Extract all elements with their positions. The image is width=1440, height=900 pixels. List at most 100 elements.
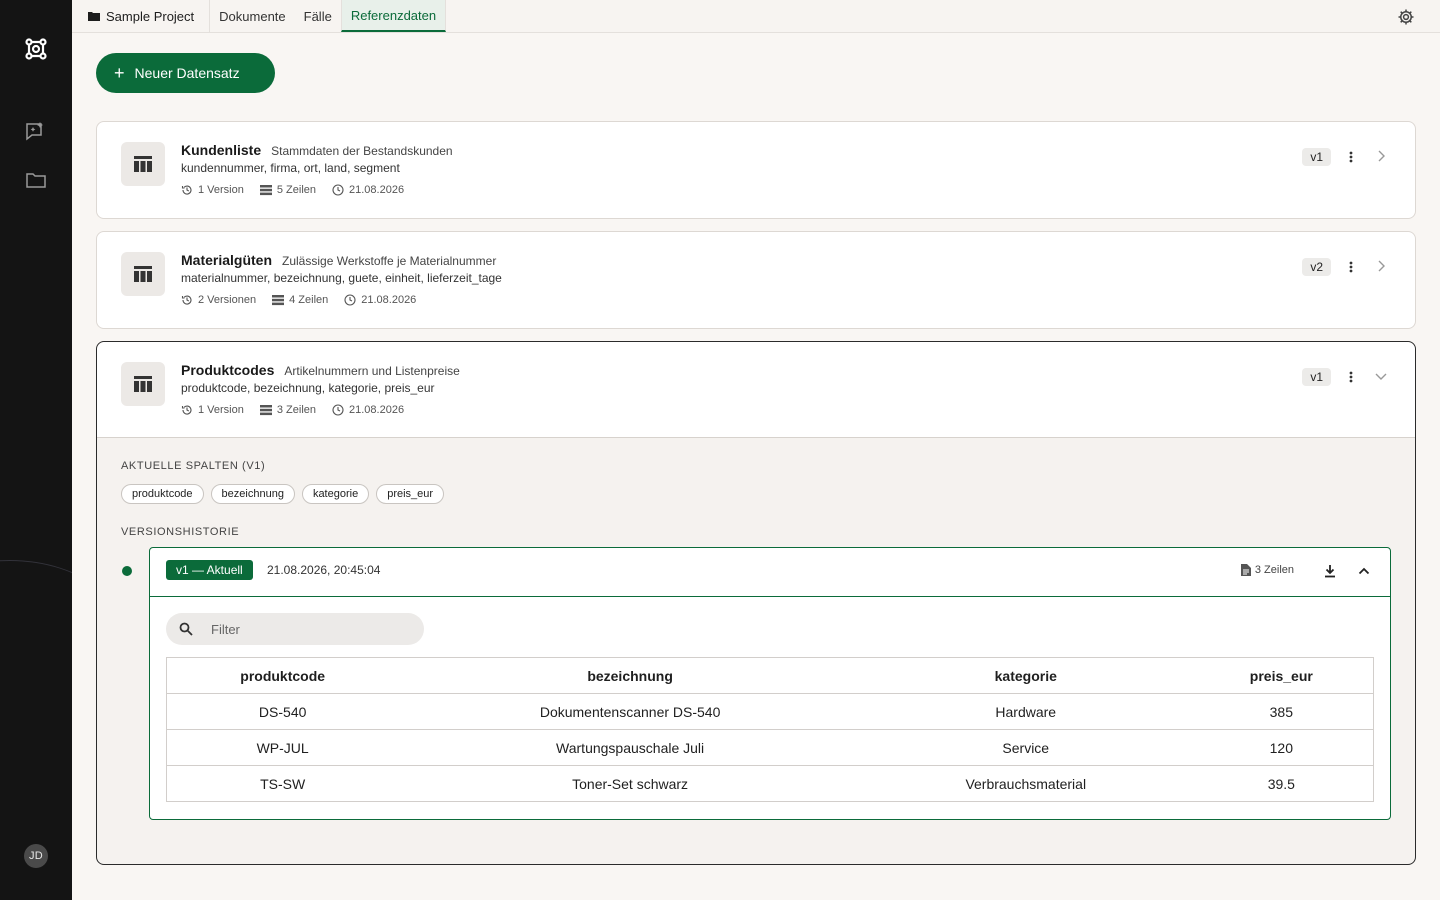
table-row: TS-SW Toner-Set schwarz Verbrauchsmateri… bbox=[166, 765, 1374, 802]
dataset-card-expanded: Produktcodes Artikelnummern und Listenpr… bbox=[96, 341, 1416, 865]
table-header-row: produktcode bezeichnung kategorie preis_… bbox=[167, 658, 1374, 694]
clock-icon bbox=[332, 184, 344, 196]
version-count: 1 Version bbox=[198, 404, 244, 416]
dataset-title: Materialgüten bbox=[181, 252, 273, 268]
version-badge: v2 bbox=[1302, 258, 1331, 276]
chat-sparkle-icon[interactable] bbox=[20, 116, 52, 148]
top-bar: Sample Project Dokumente Fälle Referenzd… bbox=[72, 0, 1440, 33]
dataset-description: Artikelnummern und Listenpreise bbox=[284, 364, 460, 378]
document-icon bbox=[1240, 564, 1251, 576]
history-icon bbox=[181, 295, 192, 305]
dataset-description: Zulässige Werkstoffe je Materialnummer bbox=[282, 254, 497, 268]
column-header[interactable]: kategorie bbox=[862, 658, 1190, 694]
column-chip: bezeichnung bbox=[210, 484, 295, 504]
more-vertical-icon[interactable] bbox=[1343, 369, 1359, 385]
avatar[interactable]: JD bbox=[24, 844, 48, 868]
new-dataset-label: Neuer Datensatz bbox=[134, 65, 240, 81]
download-icon[interactable] bbox=[1322, 563, 1338, 579]
chevron-right-icon[interactable] bbox=[1373, 258, 1389, 274]
table-cell: 120 bbox=[1189, 729, 1374, 766]
column-header[interactable]: preis_eur bbox=[1190, 658, 1374, 694]
dataset-date: 21.08.2026 bbox=[361, 294, 417, 306]
dataset-columns: materialnummer, bezeichnung, guete, einh… bbox=[181, 271, 502, 285]
version-header[interactable]: v1 — Aktuell 21.08.2026, 20:45:04 3 Zeil… bbox=[150, 548, 1390, 597]
clock-icon bbox=[332, 404, 344, 416]
dataset-date: 21.08.2026 bbox=[349, 404, 405, 416]
history-icon bbox=[181, 405, 192, 415]
current-columns-label: AKTUELLE SPALTEN (V1) bbox=[121, 460, 266, 472]
timeline-dot bbox=[122, 566, 132, 576]
filter-field[interactable] bbox=[166, 613, 424, 645]
chevron-up-icon[interactable] bbox=[1356, 563, 1372, 579]
clock-icon bbox=[344, 294, 356, 306]
tab-referenzdaten[interactable]: Referenzdaten bbox=[340, 0, 447, 32]
dataset-columns: produktcode, bezeichnung, kategorie, pre… bbox=[181, 381, 435, 395]
new-dataset-button[interactable]: + Neuer Datensatz bbox=[96, 53, 275, 93]
column-chips: produktcode bezeichnung kategorie preis_… bbox=[121, 484, 445, 504]
version-row-count: 3 Zeilen bbox=[1254, 564, 1294, 576]
dataset-meta: 2 Versionen 4 Zeilen 21.08.2026 bbox=[181, 294, 416, 306]
column-chip: produktcode bbox=[121, 484, 204, 504]
project-name: Sample Project bbox=[106, 8, 195, 24]
version-history-label: VERSIONSHISTORIE bbox=[121, 526, 240, 538]
dataset-card-header[interactable]: Materialgüten Zulässige Werkstoffe je Ma… bbox=[97, 232, 1415, 328]
table-cell: TS-SW bbox=[166, 765, 399, 802]
row-count: 5 Zeilen bbox=[276, 184, 317, 196]
dataset-date: 21.08.2026 bbox=[349, 184, 405, 196]
chevron-right-icon[interactable] bbox=[1373, 148, 1389, 164]
table-cell: 39.5 bbox=[1189, 765, 1374, 802]
version-badge: v1 bbox=[1302, 148, 1331, 166]
table-row: WP-JUL Wartungspauschale Juli Service 12… bbox=[166, 729, 1374, 766]
tab-faelle[interactable]: Fälle bbox=[295, 0, 341, 32]
table-cell: Wartungspauschale Juli bbox=[398, 729, 862, 766]
dataset-title: Kundenliste bbox=[181, 142, 262, 158]
table-cell: Service bbox=[861, 729, 1190, 766]
filter-input[interactable] bbox=[211, 621, 391, 637]
folder-icon bbox=[88, 12, 100, 21]
version-count: 1 Version bbox=[198, 184, 244, 196]
chevron-down-icon[interactable] bbox=[1373, 368, 1389, 384]
table-icon bbox=[121, 142, 165, 186]
table-cell: Verbrauchsmaterial bbox=[861, 765, 1190, 802]
dataset-card-header[interactable]: Produktcodes Artikelnummern und Listenpr… bbox=[97, 342, 1415, 438]
dataset-card-header[interactable]: Kundenliste Stammdaten der Bestandskunde… bbox=[97, 122, 1415, 218]
version-rows: 3 Zeilen bbox=[1240, 564, 1294, 576]
dataset-card[interactable]: Materialgüten Zulässige Werkstoffe je Ma… bbox=[96, 231, 1416, 329]
rows-icon bbox=[259, 405, 272, 416]
project-selector[interactable]: Sample Project bbox=[72, 0, 211, 32]
version-panel: v1 — Aktuell 21.08.2026, 20:45:04 3 Zeil… bbox=[149, 547, 1391, 820]
dataset-card[interactable]: Kundenliste Stammdaten der Bestandskunde… bbox=[96, 121, 1416, 219]
app-rail: JD bbox=[0, 0, 72, 900]
rows-icon bbox=[272, 295, 285, 306]
history-icon bbox=[181, 185, 192, 195]
column-header[interactable]: bezeichnung bbox=[398, 658, 862, 694]
plus-icon: + bbox=[114, 63, 125, 83]
app-logo-icon[interactable] bbox=[20, 33, 52, 65]
search-icon bbox=[179, 622, 193, 636]
column-chip: kategorie bbox=[301, 484, 370, 504]
more-vertical-icon[interactable] bbox=[1343, 149, 1359, 165]
table-cell: DS-540 bbox=[166, 693, 399, 730]
gear-icon[interactable] bbox=[1397, 8, 1415, 26]
tab-dokumente[interactable]: Dokumente bbox=[210, 0, 294, 32]
row-count: 4 Zeilen bbox=[289, 294, 329, 306]
folder-icon[interactable] bbox=[20, 164, 52, 196]
dataset-title: Produktcodes bbox=[181, 362, 275, 378]
version-count: 2 Versionen bbox=[198, 294, 257, 306]
version-data-table: produktcode bezeichnung kategorie preis_… bbox=[166, 657, 1374, 802]
table-icon bbox=[121, 362, 165, 406]
version-tag: v1 — Aktuell bbox=[166, 560, 253, 580]
table-icon bbox=[121, 252, 165, 296]
table-cell: 385 bbox=[1189, 693, 1374, 730]
table-row: DS-540 Dokumentenscanner DS-540 Hardware… bbox=[166, 693, 1374, 730]
rail-decoration bbox=[0, 560, 72, 760]
column-header[interactable]: produktcode bbox=[167, 658, 399, 694]
table-cell: WP-JUL bbox=[166, 729, 399, 766]
more-vertical-icon[interactable] bbox=[1343, 259, 1359, 275]
table-cell: Hardware bbox=[861, 693, 1190, 730]
column-chip: preis_eur bbox=[376, 484, 445, 504]
dataset-description: Stammdaten der Bestandskunden bbox=[271, 144, 453, 158]
table-cell: Dokumentenscanner DS-540 bbox=[398, 693, 862, 730]
dataset-meta: 1 Version 5 Zeilen 21.08.2026 bbox=[181, 184, 404, 196]
rows-icon bbox=[259, 185, 272, 196]
